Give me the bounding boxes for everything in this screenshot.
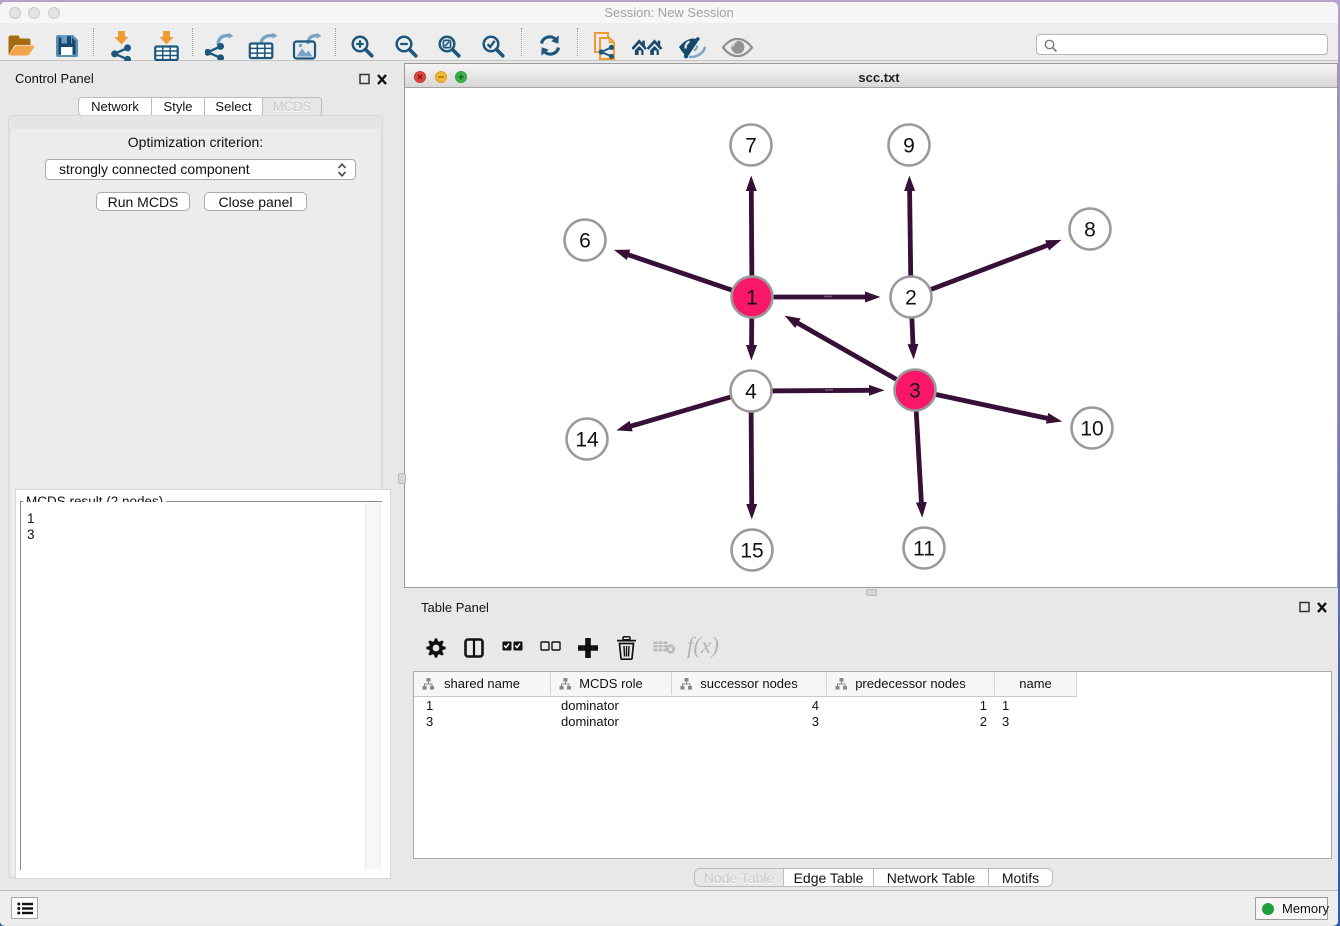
svg-text:6: 6 [579,230,591,253]
svg-text:8: 8 [1084,219,1096,242]
svg-text:2: 2 [905,287,917,310]
svg-text:7: 7 [745,135,757,158]
svg-text:9: 9 [903,135,915,158]
svg-text:4: 4 [745,381,757,404]
svg-text:10: 10 [1080,418,1103,441]
svg-text:1: 1 [746,287,758,310]
svg-text:11: 11 [913,538,935,561]
svg-text:3: 3 [909,380,921,403]
svg-text:15: 15 [740,540,763,563]
svg-text:14: 14 [575,429,599,452]
